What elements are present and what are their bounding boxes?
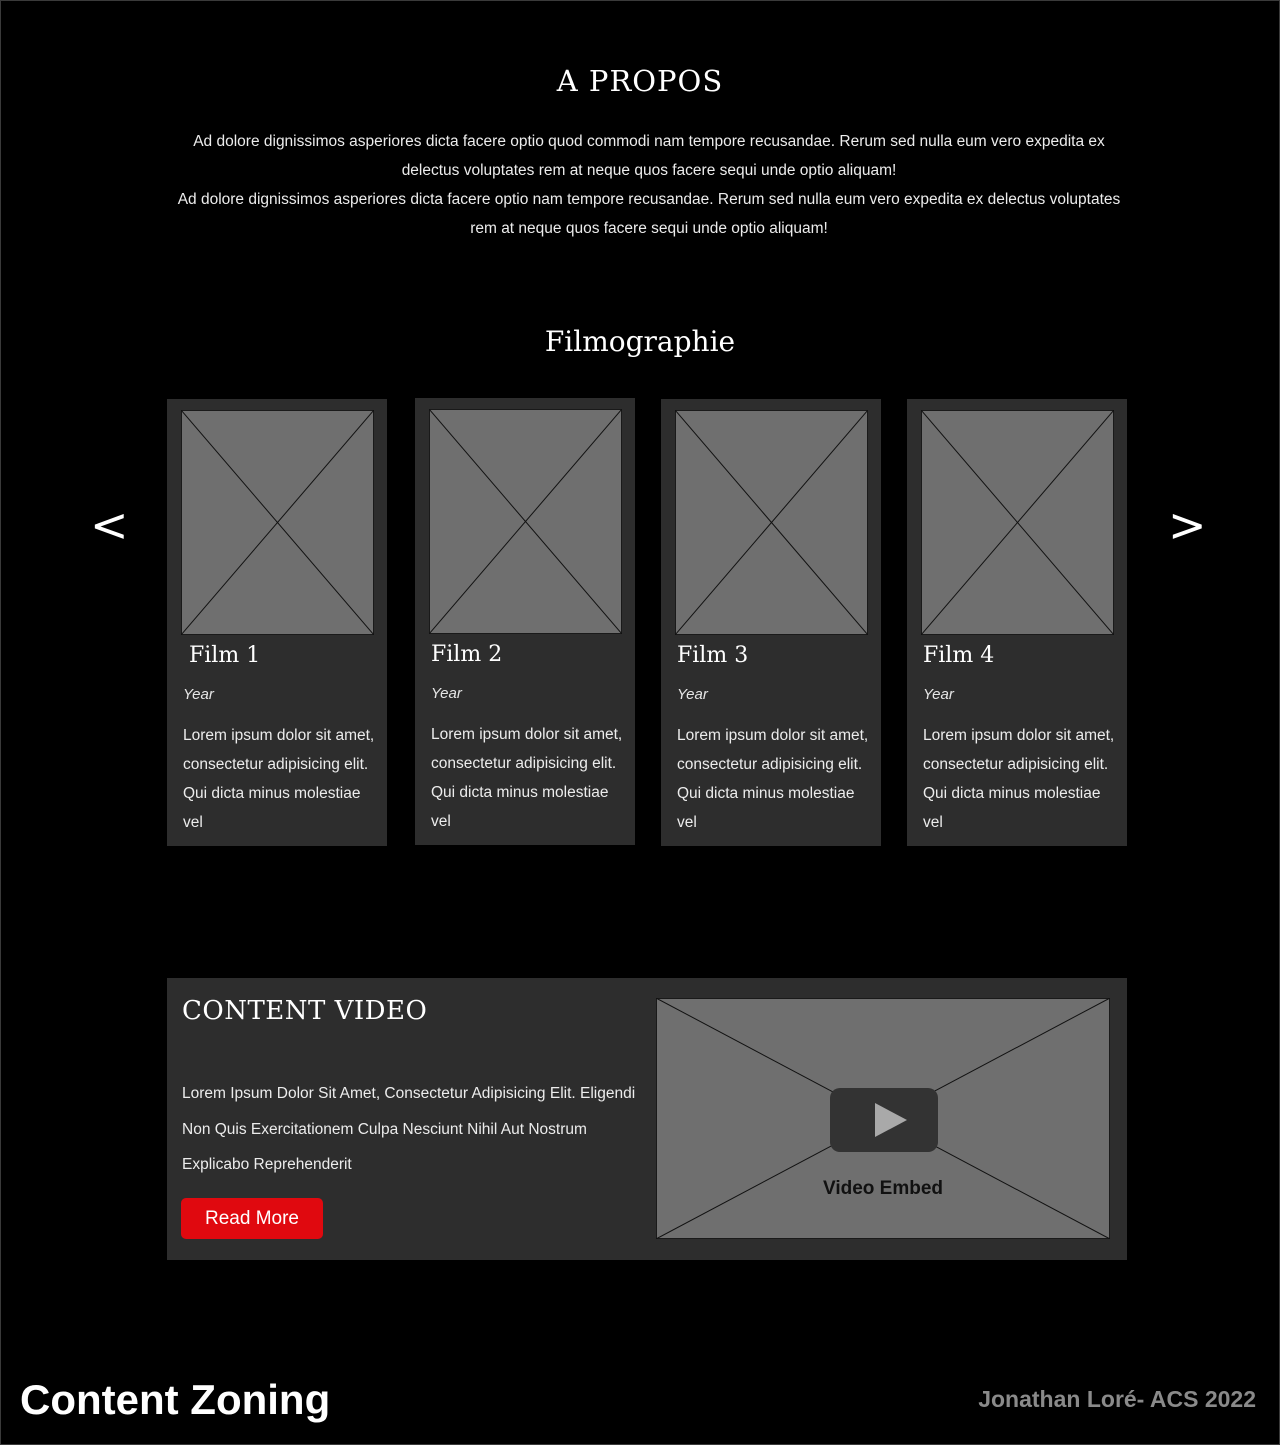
film-description: Lorem ipsum dolor sit amet, consectetur … — [677, 727, 869, 831]
footer-credit: Jonathan Loré- ACS 2022 — [978, 1386, 1256, 1412]
film-card-4[interactable]: Film 4 Year Lorem ipsum dolor sit amet, … — [907, 399, 1127, 846]
film-poster-placeholder — [921, 410, 1114, 635]
about-text: Ad dolore dignissimos asperiores dicta f… — [170, 127, 1128, 243]
content-video-section: CONTENT VIDEO Lorem Ipsum Dolor Sit Amet… — [167, 978, 1127, 1260]
film-card-2[interactable]: Film 2 Year Lorem ipsum dolor sit amet, … — [415, 398, 635, 845]
film-year: Year — [431, 685, 462, 702]
film-card-1[interactable]: Film 1 Year Lorem ipsum dolor sit amet, … — [167, 399, 387, 846]
footer-title: Content Zoning — [20, 1376, 331, 1423]
about-paragraph-1: Ad dolore dignissimos asperiores dicta f… — [193, 133, 1105, 179]
film-title: Film 2 — [431, 642, 503, 667]
about-paragraph-2: Ad dolore dignissimos asperiores dicta f… — [177, 191, 1121, 237]
carousel-next-arrow[interactable]: > — [1168, 500, 1207, 550]
play-icon — [875, 1103, 907, 1137]
film-description: Lorem ipsum dolor sit amet, consectetur … — [923, 727, 1115, 831]
video-section-title: CONTENT VIDEO — [182, 996, 428, 1026]
film-year: Year — [677, 686, 708, 703]
filmography-title: Filmographie — [544, 325, 736, 358]
film-description: Lorem ipsum dolor sit amet, consectetur … — [431, 726, 623, 830]
play-button[interactable] — [830, 1088, 938, 1152]
film-year: Year — [923, 686, 954, 703]
film-year: Year — [183, 686, 214, 703]
film-poster-placeholder — [181, 410, 374, 635]
film-title: Film 4 — [923, 643, 995, 668]
film-description: Lorem ipsum dolor sit amet, consectetur … — [183, 727, 375, 831]
about-title: A PROPOS — [556, 64, 724, 98]
video-embed-label: Video Embed — [822, 1178, 943, 1199]
read-more-button[interactable]: Read More — [181, 1198, 323, 1239]
film-poster-placeholder — [675, 410, 868, 635]
film-title: Film 3 — [677, 643, 749, 668]
carousel-prev-arrow[interactable]: < — [90, 500, 129, 550]
video-section-text: Lorem Ipsum Dolor Sit Amet, Consectetur … — [182, 1085, 636, 1173]
film-title: Film 1 — [189, 643, 261, 668]
video-embed[interactable]: Video Embed — [656, 998, 1110, 1239]
film-poster-placeholder — [429, 409, 622, 634]
film-card-3[interactable]: Film 3 Year Lorem ipsum dolor sit amet, … — [661, 399, 881, 846]
